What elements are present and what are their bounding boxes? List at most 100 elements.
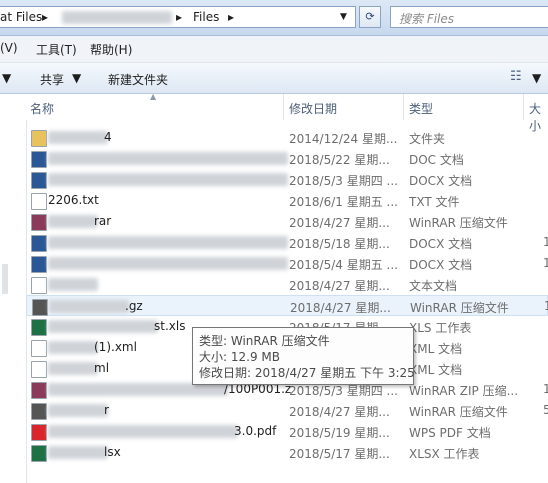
file-row[interactable]: 2018/5/4 星期五 ... DOCX 文档 1 — [26, 253, 548, 274]
blurred-filename — [48, 446, 108, 459]
menu-bar: (V) 工具(T) 帮助(H) — [0, 36, 548, 63]
blurred-filename — [48, 362, 98, 375]
xlsx-icon — [31, 445, 47, 462]
file-row[interactable]: 4 2014/12/24 星期... 文件夹 — [26, 127, 548, 148]
menu-help[interactable]: 帮助(H) — [90, 41, 132, 58]
file-name[interactable]: st.xls — [154, 319, 185, 333]
docx-icon — [31, 172, 47, 189]
chevron-down-icon[interactable]: ▼ — [72, 71, 81, 85]
chevron-down-icon[interactable]: ▼ — [340, 12, 347, 22]
file-date: 2018/5/17 星期... — [289, 447, 390, 461]
file-date: 2018/4/27 星期... — [290, 301, 391, 315]
tooltip-date: 修改日期: 2018/4/27 星期五 下午 3:25 — [199, 366, 415, 380]
file-date: 2014/12/24 星期... — [289, 132, 398, 146]
menu-tools[interactable]: 工具(T) — [36, 41, 77, 58]
file-name[interactable]: (1).xml — [94, 340, 137, 354]
file-row[interactable]: 2018/5/22 星期... DOC 文档 — [26, 148, 548, 169]
file-date: 2018/4/27 星期... — [289, 405, 390, 419]
file-date: 2018/5/22 星期... — [289, 153, 390, 167]
breadcrumb-separator-2: ▸ — [176, 10, 183, 24]
blurred-filename — [49, 300, 129, 313]
file-row[interactable]: .gz 2018/4/27 星期... WinRAR 压缩文件 13 — [26, 295, 548, 316]
file-row[interactable]: 2018/5/3 星期四 ... DOCX 文档 — [26, 169, 548, 190]
file-name[interactable]: 3.0.pdf — [234, 424, 276, 438]
navigation-pane[interactable] — [0, 94, 27, 483]
chevron-down-icon[interactable]: ▼ — [2, 71, 11, 85]
file-name[interactable]: ml — [94, 361, 109, 375]
rar-icon — [31, 214, 47, 231]
file-row[interactable]: 2018/5/18 星期... DOCX 文档 1 — [26, 232, 548, 253]
sort-arrow-icon: ▲ — [150, 92, 157, 101]
file-type: WinRAR 压缩文件 — [410, 301, 509, 315]
file-size: 5 — [543, 403, 548, 417]
blurred-filename — [48, 215, 98, 228]
file-size: 10 — [543, 382, 548, 396]
column-header-name[interactable]: 名称 — [30, 100, 54, 117]
file-row[interactable]: 3.0.pdf 2018/5/19 星期... WPS PDF 文档 — [26, 421, 548, 442]
file-row[interactable]: 2206.txt 2018/6/1 星期五 ... TXT 文件 — [26, 190, 548, 211]
breadcrumb-current[interactable]: Files — [193, 10, 219, 24]
file-name[interactable]: r — [104, 403, 109, 417]
file-date: 2018/6/1 星期五 ... — [289, 195, 398, 209]
file-name[interactable]: lsx — [104, 445, 121, 459]
menu-view[interactable]: (V) — [0, 41, 18, 55]
file-date: 2018/4/27 星期... — [289, 279, 390, 293]
file-type: WinRAR ZIP 压缩... — [409, 384, 519, 398]
share-button[interactable]: 共享 — [40, 71, 64, 88]
file-type: WinRAR 压缩文件 — [409, 216, 508, 230]
file-row[interactable]: r 2018/4/27 星期... WinRAR 压缩文件 5 — [26, 400, 548, 421]
file-name[interactable]: 4 — [104, 130, 112, 144]
file-size: 1 — [543, 256, 548, 270]
txt-icon — [31, 193, 47, 210]
column-divider[interactable] — [283, 94, 284, 120]
search-placeholder: 搜索 Files — [399, 12, 455, 26]
tooltip-type: 类型: WinRAR 压缩文件 — [199, 334, 330, 348]
breadcrumb-left[interactable]: at Files — [0, 10, 42, 24]
file-name[interactable]: .gz — [125, 299, 143, 313]
file-name[interactable]: rar — [94, 214, 111, 228]
blurred-filename — [48, 257, 288, 270]
refresh-icon[interactable]: ⟳ — [359, 6, 381, 28]
file-type: 文件夹 — [409, 132, 446, 146]
doc-icon — [31, 151, 47, 168]
breadcrumb-separator-3: ▸ — [228, 10, 235, 24]
blurred-filename — [48, 152, 288, 165]
view-options-icon[interactable]: ☷ — [510, 69, 522, 84]
docx-icon — [31, 256, 47, 273]
address-bar-row: at Files ▸ ▸ Files ▸ ▼ ⟳ 搜索 Files — [0, 0, 548, 36]
column-header-type[interactable]: 类型 — [409, 100, 433, 117]
column-divider[interactable] — [523, 94, 524, 120]
file-type: XML 文档 — [409, 363, 463, 377]
blurred-filename — [48, 278, 98, 291]
file-date: 2018/5/19 星期... — [289, 426, 390, 440]
file-type: WinRAR 压缩文件 — [409, 405, 508, 419]
address-bar[interactable]: at Files ▸ ▸ Files ▸ ▼ — [0, 6, 356, 28]
blurred-filename — [48, 341, 98, 354]
txt-icon — [31, 277, 47, 294]
tooltip-size: 大小: 12.9 MB — [199, 350, 280, 364]
xml-icon — [31, 361, 47, 378]
file-info-tooltip: 类型: WinRAR 压缩文件 大小: 12.9 MB 修改日期: 2018/4… — [192, 327, 415, 385]
file-type: DOCX 文档 — [409, 258, 473, 272]
column-header-date[interactable]: 修改日期 — [289, 100, 337, 117]
file-name[interactable]: 2206.txt — [48, 193, 99, 207]
search-input[interactable]: 搜索 Files — [390, 6, 548, 28]
chevron-down-icon[interactable]: ▼ — [532, 71, 541, 85]
column-divider[interactable] — [403, 94, 404, 120]
blurred-filename — [48, 404, 108, 417]
file-type: TXT 文件 — [409, 195, 460, 209]
file-date: 2018/5/3 星期四 ... — [289, 174, 398, 188]
file-row[interactable]: rar 2018/4/27 星期... WinRAR 压缩文件 — [26, 211, 548, 232]
blurred-breadcrumb — [62, 11, 172, 24]
blurred-filename — [48, 173, 288, 186]
file-row[interactable]: lsx 2018/5/17 星期... XLSX 工作表 — [26, 442, 548, 463]
nav-scroll-thumb[interactable] — [2, 264, 8, 294]
new-folder-button[interactable]: 新建文件夹 — [108, 71, 168, 88]
docx-icon — [31, 235, 47, 252]
file-type: XLS 工作表 — [409, 321, 472, 335]
rar-icon — [31, 403, 47, 420]
file-size: 13 — [544, 299, 548, 313]
file-type: DOC 文档 — [409, 153, 464, 167]
xls-icon — [31, 319, 47, 336]
file-row[interactable]: 2018/4/27 星期... 文本文档 — [26, 274, 548, 295]
